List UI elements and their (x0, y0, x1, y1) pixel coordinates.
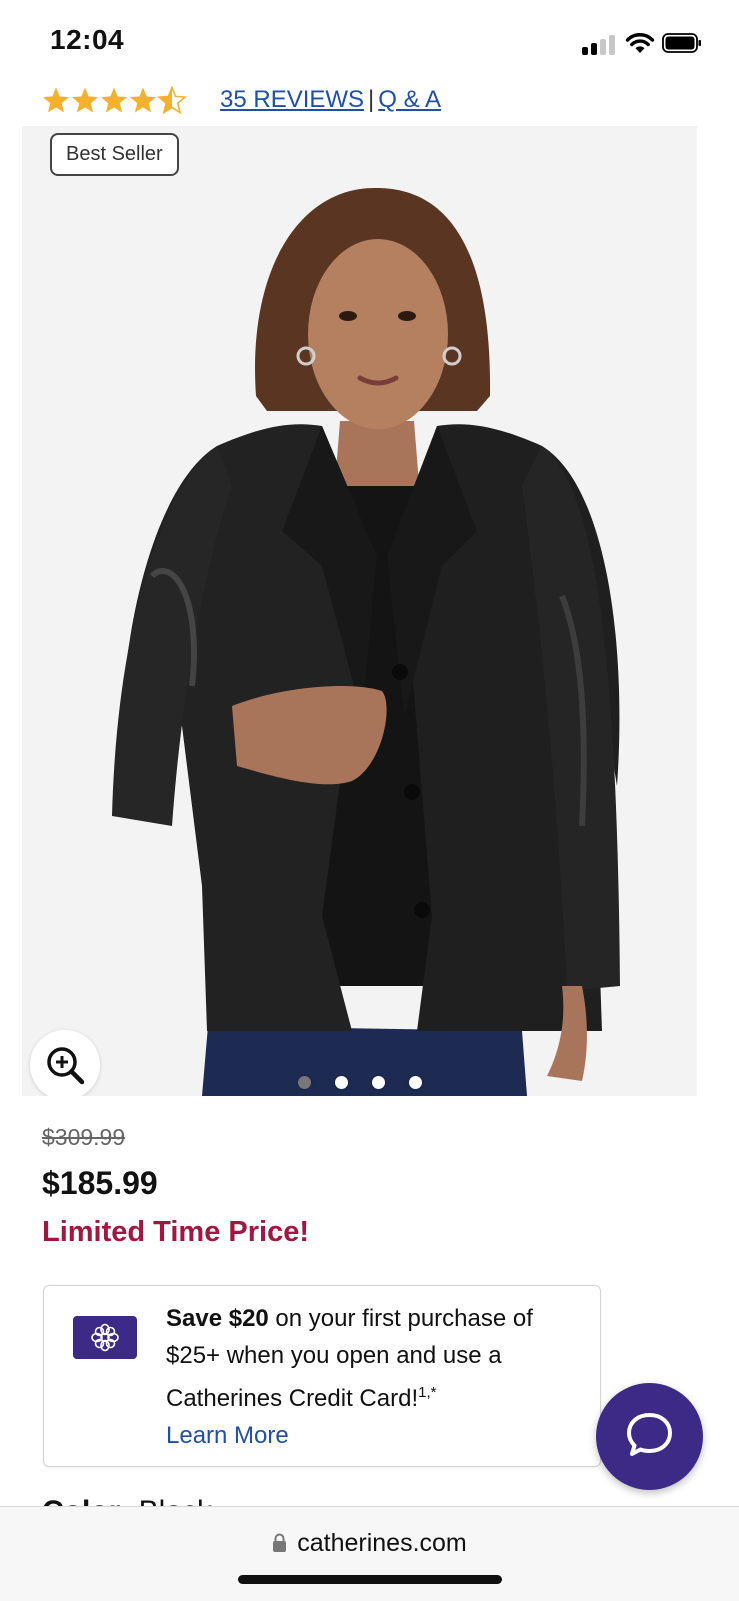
browser-bottom-bar: catherines.com (0, 1506, 739, 1601)
lock-icon (273, 1533, 287, 1552)
address-bar[interactable]: catherines.com (0, 1529, 739, 1558)
rating-row: 35 REVIEWS | Q & A (42, 84, 702, 124)
home-indicator (238, 1575, 502, 1584)
chat-bubble-icon (627, 1413, 672, 1456)
product-image[interactable]: Best Seller (22, 126, 697, 1096)
offer-bold: Save $20 (166, 1305, 269, 1332)
wifi-icon (625, 33, 655, 53)
star-rating-icon (43, 86, 186, 114)
model-photo (112, 187, 620, 1096)
original-price: $309.99 (42, 1124, 126, 1150)
best-seller-badge: Best Seller (50, 133, 179, 176)
qa-link[interactable]: Q & A (378, 86, 441, 113)
status-bar: 12:04 (0, 0, 739, 78)
credit-card-promo: Save $20 on your first purchase of $25+ … (43, 1285, 601, 1467)
links-separator: | (368, 86, 375, 113)
color-label-key: Color: (42, 1495, 130, 1506)
carousel-dots (22, 1076, 697, 1089)
carousel-dot[interactable] (334, 1076, 348, 1089)
offer-footnote: 1,* (418, 1384, 437, 1401)
learn-more-link[interactable]: Learn More (166, 1417, 576, 1454)
url-text: catherines.com (297, 1529, 467, 1557)
carousel-dot[interactable] (408, 1076, 422, 1089)
carousel-dot[interactable] (371, 1076, 385, 1089)
credit-card-offer-text: Save $20 on your first purchase of $25+ … (166, 1300, 576, 1454)
carousel-dot[interactable] (297, 1076, 311, 1089)
reviews-links: 35 REVIEWS | Q & A (220, 86, 441, 114)
chat-button[interactable] (596, 1383, 703, 1490)
color-label: Color: Black (42, 1492, 212, 1506)
sale-price: $185.99 (42, 1165, 158, 1201)
status-time: 12:04 (50, 24, 125, 55)
catherines-card-icon (73, 1316, 137, 1359)
reviews-link[interactable]: 35 REVIEWS (220, 86, 364, 113)
cellular-signal-icon (582, 33, 616, 55)
promo-label: Limited Time Price! (42, 1216, 309, 1248)
battery-icon (662, 33, 701, 53)
color-label-value: Black (130, 1495, 212, 1506)
